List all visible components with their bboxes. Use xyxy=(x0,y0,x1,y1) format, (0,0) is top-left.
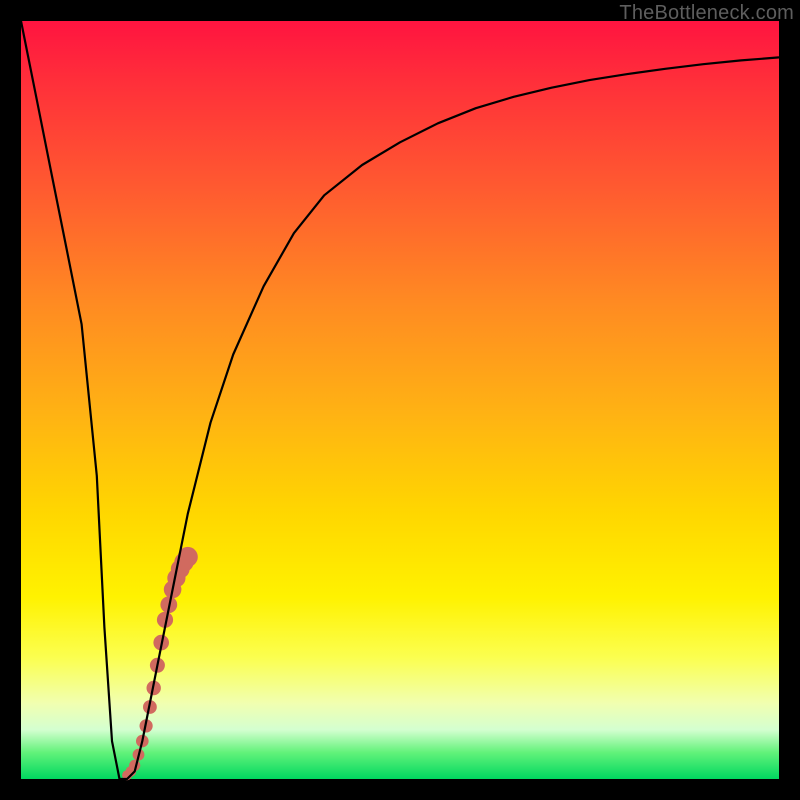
bottleneck-curve-line xyxy=(21,21,779,779)
chart-svg xyxy=(21,21,779,779)
plot-area xyxy=(21,21,779,779)
watermark-text: TheBottleneck.com xyxy=(619,2,794,25)
chart-frame: TheBottleneck.com xyxy=(0,0,800,800)
marker-dots-group xyxy=(122,547,198,780)
